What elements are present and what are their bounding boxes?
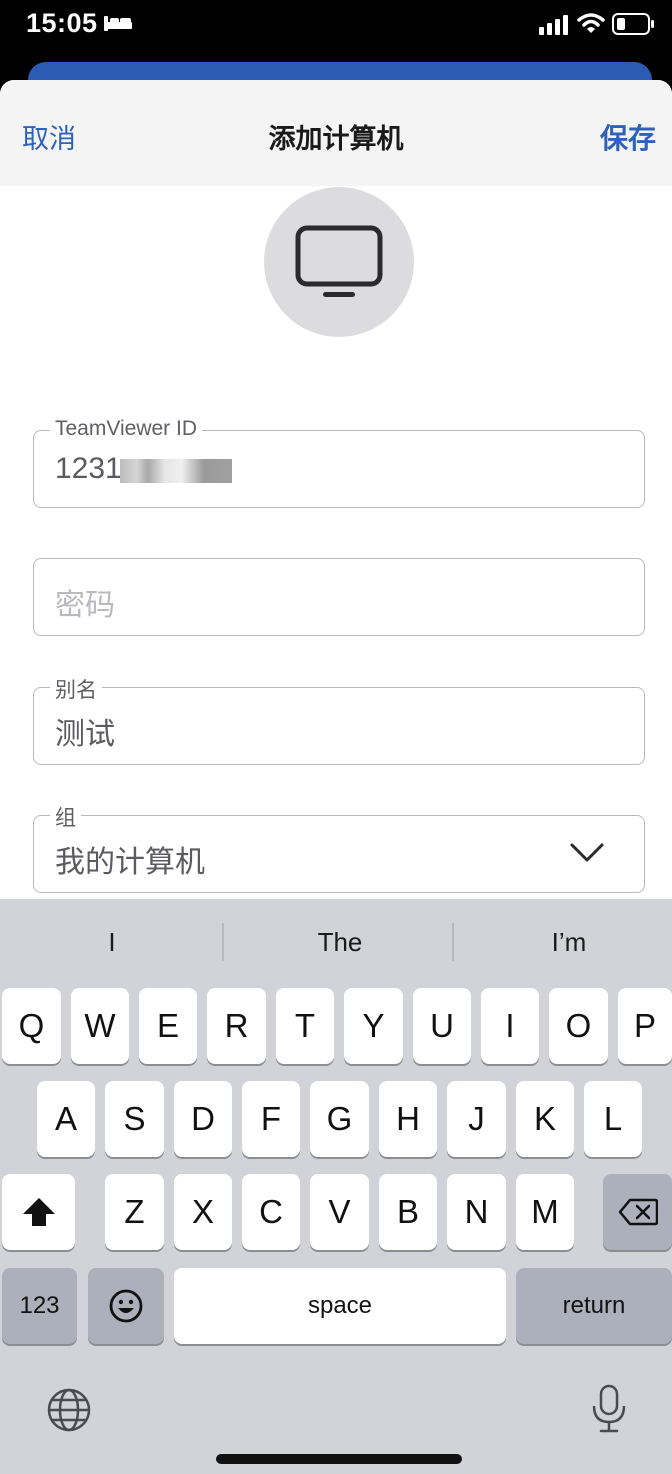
key-a[interactable]: A [37, 1081, 95, 1157]
group-select[interactable]: 组 我的计算机 [33, 802, 645, 893]
keyboard: I The I’m Q W E R T Y U I O P A S D F G … [0, 899, 672, 1474]
numbers-key[interactable]: 123 [2, 1268, 77, 1344]
backspace-icon [618, 1198, 658, 1226]
key-m[interactable]: M [516, 1174, 574, 1250]
suggestion-divider [222, 923, 224, 961]
globe-icon[interactable] [46, 1387, 92, 1433]
emoji-icon [109, 1289, 143, 1323]
emoji-key[interactable] [88, 1268, 164, 1344]
suggestion-bar: I The I’m [0, 899, 672, 983]
key-x[interactable]: X [174, 1174, 232, 1250]
space-key[interactable]: space [174, 1268, 506, 1344]
cellular-signal-icon [539, 15, 568, 35]
key-y[interactable]: Y [344, 988, 403, 1064]
suggestion-2[interactable]: The [228, 927, 452, 958]
key-k[interactable]: K [516, 1081, 574, 1157]
key-w[interactable]: W [71, 988, 129, 1064]
alias-field[interactable]: 别名 测试 [33, 674, 645, 765]
sleep-mode-icon [104, 16, 132, 31]
key-r[interactable]: R [207, 988, 266, 1064]
teamviewer-id-label: TeamViewer ID [50, 417, 202, 441]
redacted-region [120, 459, 232, 483]
battery-icon [612, 13, 654, 35]
key-l[interactable]: L [584, 1081, 642, 1157]
microphone-icon[interactable] [589, 1384, 629, 1434]
key-i[interactable]: I [481, 988, 539, 1064]
suggestion-divider [452, 923, 454, 961]
page-title: 添加计算机 [268, 124, 404, 154]
status-bar: 15:05 [0, 0, 672, 62]
backspace-key[interactable] [603, 1174, 672, 1250]
group-value: 我的计算机 [55, 846, 205, 879]
key-e[interactable]: E [139, 988, 197, 1064]
computer-avatar [264, 187, 414, 337]
shift-key[interactable] [2, 1174, 75, 1250]
key-j[interactable]: J [447, 1081, 506, 1157]
clock: 15:05 [26, 8, 98, 38]
alias-label: 别名 [50, 674, 102, 704]
suggestion-3[interactable]: I’m [457, 927, 672, 958]
return-key[interactable]: return [516, 1268, 672, 1344]
home-indicator[interactable] [216, 1454, 462, 1464]
key-h[interactable]: H [379, 1081, 437, 1157]
key-v[interactable]: V [310, 1174, 369, 1250]
key-c[interactable]: C [242, 1174, 300, 1250]
navigation-bar: 取消 添加计算机 保存 [0, 80, 672, 186]
key-n[interactable]: N [447, 1174, 506, 1250]
group-label: 组 [50, 802, 81, 832]
key-d[interactable]: D [174, 1081, 232, 1157]
monitor-icon [295, 225, 383, 297]
alias-value: 测试 [55, 718, 115, 751]
password-placeholder: 密码 [55, 589, 115, 622]
shift-icon [22, 1198, 55, 1226]
key-b[interactable]: B [379, 1174, 437, 1250]
key-s[interactable]: S [105, 1081, 164, 1157]
key-p[interactable]: P [618, 988, 672, 1064]
key-q[interactable]: Q [2, 988, 61, 1064]
password-field[interactable]: 密码 [33, 558, 645, 636]
wifi-icon [577, 13, 605, 33]
teamviewer-id-value: 1231 [55, 452, 122, 485]
key-f[interactable]: F [242, 1081, 300, 1157]
key-z[interactable]: Z [105, 1174, 164, 1250]
teamviewer-id-field[interactable]: TeamViewer ID 1231 [33, 417, 645, 508]
save-button[interactable]: 保存 [600, 117, 656, 157]
key-u[interactable]: U [413, 988, 471, 1064]
suggestion-1[interactable]: I [0, 927, 224, 958]
chevron-down-icon[interactable] [570, 842, 604, 864]
key-t[interactable]: T [276, 988, 334, 1064]
key-g[interactable]: G [310, 1081, 369, 1157]
key-o[interactable]: O [549, 988, 608, 1064]
